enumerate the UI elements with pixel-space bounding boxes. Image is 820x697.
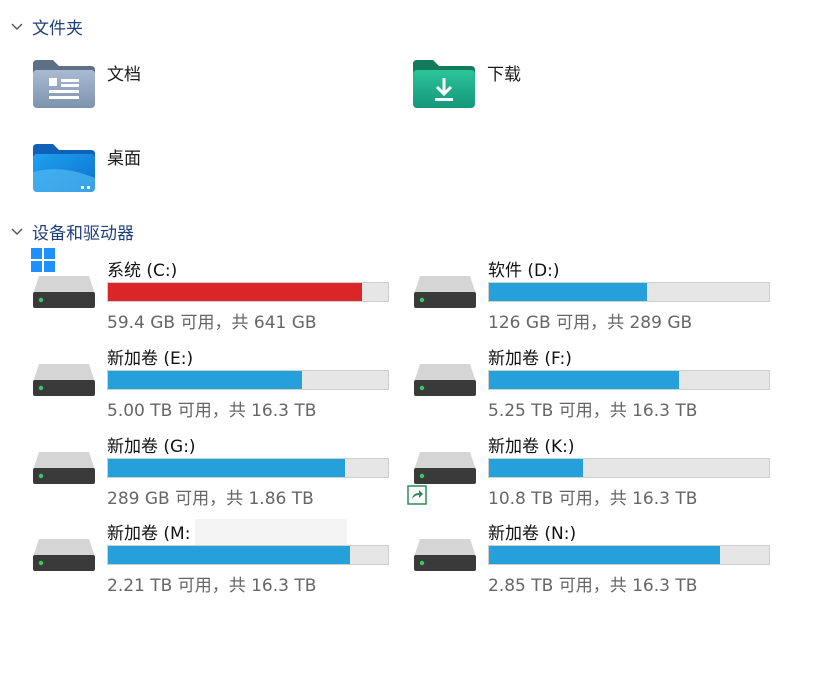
drive-space-info: 10.8 TB 可用，共 16.3 TB — [488, 489, 698, 509]
capacity-bar-fill — [108, 546, 350, 564]
drive-space-info: 5.00 TB 可用，共 16.3 TB — [107, 401, 317, 421]
drive-label: 新加卷 (E:) — [107, 349, 194, 369]
drive-label: 软件 (D:) — [488, 261, 560, 281]
drive-f[interactable]: 新加卷 (F:) 5.25 TB 可用，共 16.3 TB — [412, 344, 782, 424]
folder-name: 下载 — [487, 65, 521, 85]
capacity-bar — [107, 282, 389, 302]
folder-downloads[interactable]: 下载 — [411, 58, 521, 110]
folder-name: 桌面 — [107, 149, 141, 169]
folder-documents[interactable]: 文档 — [31, 58, 141, 110]
drive-c[interactable]: 系统 (C:) 59.4 GB 可用，共 641 GB — [31, 248, 401, 336]
hard-drive-icon — [414, 539, 476, 571]
hard-drive-icon — [33, 452, 95, 484]
hard-drive-icon — [33, 539, 95, 571]
drive-space-info: 126 GB 可用，共 289 GB — [488, 313, 693, 333]
capacity-bar — [107, 458, 389, 478]
folders-section-title: 文件夹 — [32, 19, 83, 39]
hard-drive-icon — [414, 452, 476, 484]
documents-folder-icon — [33, 60, 95, 108]
drive-space-info: 2.85 TB 可用，共 16.3 TB — [488, 576, 698, 596]
drive-space-info: 289 GB 可用，共 1.86 TB — [107, 489, 314, 509]
drive-label: 新加卷 (K:) — [488, 437, 575, 457]
drive-label: 新加卷 (N:) — [488, 524, 577, 544]
hard-drive-icon — [414, 276, 476, 308]
capacity-bar-fill — [108, 283, 362, 301]
drive-label: 系统 (C:) — [107, 261, 178, 281]
hard-drive-icon — [414, 364, 476, 396]
capacity-bar — [107, 370, 389, 390]
chevron-down-icon — [11, 228, 23, 235]
folders-section-header[interactable]: 文件夹 — [10, 14, 83, 39]
capacity-bar-fill — [108, 459, 346, 477]
chevron-down-icon — [11, 23, 23, 30]
desktop-folder-icon — [33, 144, 95, 192]
redacted-region — [195, 519, 347, 545]
capacity-bar-fill — [489, 283, 647, 301]
drives-section-title: 设备和驱动器 — [32, 224, 134, 244]
folder-desktop[interactable]: 桌面 — [31, 142, 141, 194]
windows-logo-icon — [31, 248, 55, 272]
drives-section-header[interactable]: 设备和驱动器 — [10, 219, 134, 244]
hard-drive-icon — [33, 276, 95, 308]
capacity-bar — [488, 458, 770, 478]
drive-space-info: 5.25 TB 可用，共 16.3 TB — [488, 401, 698, 421]
capacity-bar — [488, 545, 770, 565]
shortcut-arrow-icon — [407, 485, 427, 505]
capacity-bar-fill — [489, 546, 720, 564]
drive-space-info: 2.21 TB 可用，共 16.3 TB — [107, 576, 317, 596]
drive-n[interactable]: 新加卷 (N:) 2.85 TB 可用，共 16.3 TB — [412, 519, 782, 599]
folder-name: 文档 — [107, 65, 141, 85]
capacity-bar — [488, 282, 770, 302]
hard-drive-icon — [33, 364, 95, 396]
drive-space-info: 59.4 GB 可用，共 641 GB — [107, 313, 317, 333]
drive-e[interactable]: 新加卷 (E:) 5.00 TB 可用，共 16.3 TB — [31, 344, 401, 424]
capacity-bar — [107, 545, 389, 565]
capacity-bar-fill — [489, 371, 679, 389]
drive-label: 新加卷 (M: — [107, 524, 191, 544]
downloads-folder-icon — [413, 60, 475, 108]
capacity-bar-fill — [108, 371, 303, 389]
drive-g[interactable]: 新加卷 (G:) 289 GB 可用，共 1.86 TB — [31, 432, 401, 512]
drive-k[interactable]: 新加卷 (K:) 10.8 TB 可用，共 16.3 TB — [407, 432, 782, 512]
capacity-bar-fill — [489, 459, 584, 477]
drive-label: 新加卷 (G:) — [107, 437, 196, 457]
drive-label: 新加卷 (F:) — [488, 349, 572, 369]
drive-d[interactable]: 软件 (D:) 126 GB 可用，共 289 GB — [412, 256, 782, 336]
capacity-bar — [488, 370, 770, 390]
